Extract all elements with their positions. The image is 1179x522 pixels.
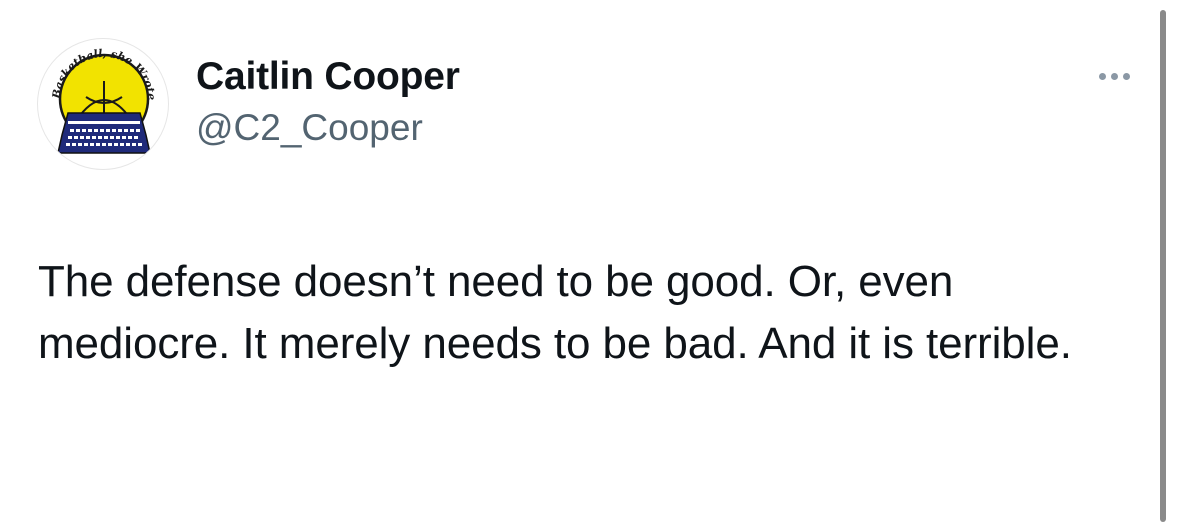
scrollbar[interactable]	[1160, 10, 1166, 522]
tweet-card: Basketball, she Wrote Caitlin Cooper @C2…	[0, 0, 1179, 522]
more-horizontal-icon	[1122, 72, 1130, 80]
more-horizontal-icon	[1110, 72, 1118, 80]
basketball-she-wrote-logo: Basketball, she Wrote	[50, 47, 158, 154]
tweet-text: The defense doesn’t need to be good. Or,…	[38, 257, 1072, 368]
more-options-button[interactable]	[1090, 64, 1138, 88]
author-block: Caitlin Cooper @C2_Cooper	[196, 54, 460, 150]
author-handle[interactable]: @C2_Cooper	[196, 106, 460, 150]
more-horizontal-icon	[1098, 72, 1106, 80]
author-display-name[interactable]: Caitlin Cooper	[196, 54, 460, 100]
avatar[interactable]: Basketball, she Wrote	[37, 38, 169, 170]
